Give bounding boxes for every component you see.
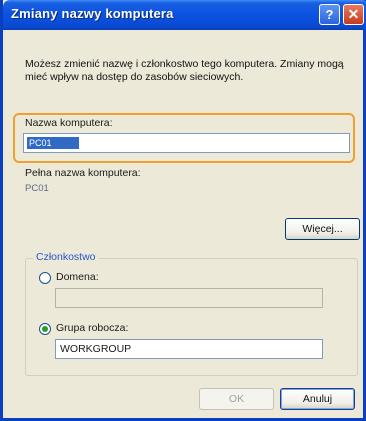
full-computer-name-label: Pełna nazwa komputera: [25,167,141,179]
cancel-button[interactable]: Anuluj [280,388,355,410]
workgroup-radio[interactable] [39,323,51,335]
help-icon: ? [325,7,334,22]
description-text: Możesz zmienić nazwę i członkostwo tego … [25,58,344,83]
domain-label[interactable]: Domena: [56,271,99,283]
rename-computer-dialog: Zmiany nazwy komputera ? ✕ Możesz zmieni… [0,0,366,421]
help-button[interactable]: ? [319,4,340,25]
title-bar[interactable]: Zmiany nazwy komputera ? ✕ [3,0,366,30]
close-button[interactable]: ✕ [343,4,364,25]
ok-button[interactable]: OK [199,388,274,410]
membership-group-title: Członkostwo [33,251,99,263]
computer-name-label: Nazwa komputera: [25,117,113,129]
workgroup-input[interactable]: WORKGROUP [55,339,323,359]
computer-name-selected-text: PC01 [27,137,79,149]
domain-radio[interactable] [39,272,51,284]
workgroup-radio-dot [42,326,48,332]
close-icon: ✕ [347,6,360,22]
more-button[interactable]: Więcej... [285,218,360,240]
workgroup-label[interactable]: Grupa robocza: [56,322,128,334]
computer-name-input[interactable]: PC01 [23,133,350,153]
full-computer-name-value: PC01 [25,183,49,194]
window-title: Zmiany nazwy komputera [11,6,174,21]
domain-input[interactable] [55,288,323,308]
